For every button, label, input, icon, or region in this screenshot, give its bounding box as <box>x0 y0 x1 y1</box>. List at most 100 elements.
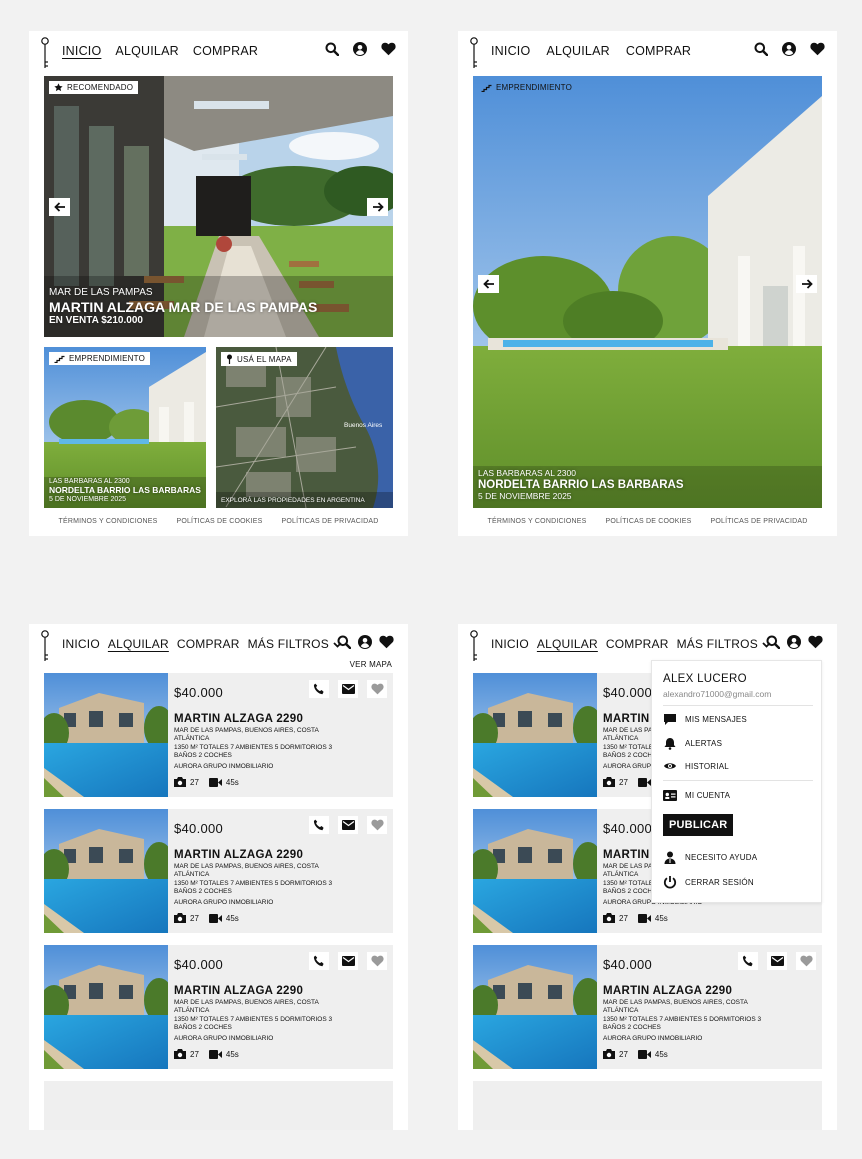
property-card[interactable]: $40.000 MARTIN ALZAGA 2290 MAR DE LAS PA… <box>44 673 393 797</box>
menu-item-alertas[interactable]: ALERTAS <box>663 737 722 750</box>
arrow-right-icon <box>801 279 813 289</box>
featured-title: MARTIN ALZAGA MAR DE LAS PAMPAS <box>49 298 318 315</box>
user-account-icon[interactable] <box>787 635 801 649</box>
gallery-prev-button[interactable] <box>478 275 499 293</box>
mas-filtros-dropdown[interactable]: MÁS FILTROS <box>248 637 342 651</box>
rental-listing-screen: INICIO ALQUILAR COMPRAR MÁS FILTROS VER … <box>29 624 408 1130</box>
heart-icon <box>370 955 384 967</box>
favorite-button[interactable] <box>367 952 387 970</box>
call-button[interactable] <box>309 952 329 970</box>
menu-item-ayuda[interactable]: NECESITO AYUDA <box>663 851 757 864</box>
nav-comprar[interactable]: COMPRAR <box>626 44 691 58</box>
favorites-heart-icon[interactable] <box>810 42 825 56</box>
nav-alquilar[interactable]: ALQUILAR <box>108 637 169 651</box>
favorite-button[interactable] <box>796 952 816 970</box>
video-camera-icon <box>208 1049 222 1059</box>
photo-count-value: 27 <box>619 1049 628 1059</box>
home-screen: INICIO ALQUILAR COMPRAR RECOMENDADO MAR … <box>29 31 408 536</box>
nav-inicio[interactable]: INICIO <box>491 44 530 58</box>
video-duration-value: 45s <box>654 913 668 923</box>
cookies-link[interactable]: POLÍTICAS DE COOKIES <box>176 518 262 525</box>
carousel-prev-button[interactable] <box>49 198 70 216</box>
property-price: $40.000 <box>603 685 653 700</box>
nav-comprar[interactable]: COMPRAR <box>193 44 258 58</box>
menu-item-label: MI CUENTA <box>685 791 731 800</box>
search-icon[interactable] <box>325 42 339 56</box>
heart-icon <box>370 683 384 695</box>
nav-alquilar[interactable]: ALQUILAR <box>546 44 609 58</box>
carousel-next-button[interactable] <box>367 198 388 216</box>
envelope-icon <box>341 956 355 966</box>
favorites-heart-icon[interactable] <box>381 42 396 56</box>
email-button[interactable] <box>338 952 358 970</box>
featured-property-card[interactable]: RECOMENDADO MAR DE LAS PAMPAS MARTIN ALZ… <box>44 76 393 337</box>
menu-item-cerrar-sesion[interactable]: CERRAR SESIÓN <box>663 875 754 889</box>
favorites-heart-icon[interactable] <box>808 635 823 649</box>
call-button[interactable] <box>309 816 329 834</box>
call-button[interactable] <box>738 952 758 970</box>
recomendado-badge: RECOMENDADO <box>49 81 139 94</box>
photo-count: 27 <box>603 1049 628 1059</box>
menu-item-historial[interactable]: HISTORIAL <box>663 761 729 771</box>
favorites-heart-icon[interactable] <box>379 635 394 649</box>
mas-filtros-dropdown[interactable]: MÁS FILTROS <box>677 637 771 651</box>
menu-item-label: ALERTAS <box>685 739 723 748</box>
featured-location: MAR DE LAS PAMPAS <box>49 287 153 298</box>
call-button[interactable] <box>309 680 329 698</box>
user-account-icon[interactable] <box>353 42 367 56</box>
menu-item-label: MIS MENSAJES <box>685 715 747 724</box>
key-logo-icon[interactable] <box>468 630 480 662</box>
video-duration-value: 45s <box>225 913 239 923</box>
menu-divider <box>663 705 813 706</box>
project-hero-gallery[interactable]: EMPRENDIMIENTO LAS BARBARAS AL 2300 NORD… <box>473 76 822 508</box>
favorite-button[interactable] <box>367 816 387 834</box>
nav-inicio[interactable]: INICIO <box>491 637 529 651</box>
search-icon[interactable] <box>754 42 768 56</box>
email-button[interactable] <box>338 816 358 834</box>
property-card[interactable]: $40.000 MARTIN ALZAGA 2290 MAR DE LAS PA… <box>44 809 393 933</box>
envelope-icon <box>341 684 355 694</box>
nav-inicio[interactable]: INICIO <box>62 44 101 58</box>
nav-inicio[interactable]: INICIO <box>62 637 100 651</box>
search-icon[interactable] <box>766 635 780 649</box>
user-account-icon[interactable] <box>358 635 372 649</box>
terms-link[interactable]: TÉRMINOS Y CONDICIONES <box>58 518 157 525</box>
photo-count: 27 <box>603 913 628 923</box>
heart-icon <box>799 955 813 967</box>
search-icon[interactable] <box>337 635 351 649</box>
email-button[interactable] <box>767 952 787 970</box>
ver-mapa-link[interactable]: VER MAPA <box>350 660 392 669</box>
menu-item-cuenta[interactable]: MI CUENTA <box>663 790 730 801</box>
key-logo-icon[interactable] <box>39 37 51 69</box>
user-account-icon[interactable] <box>782 42 796 56</box>
video-camera-icon <box>637 913 651 923</box>
emprendimiento-card[interactable]: EMPRENDIMIENTO LAS BARBARAS AL 2300 NORD… <box>44 347 206 508</box>
key-logo-icon[interactable] <box>39 630 51 662</box>
map-explore-card[interactable]: Buenos Aires USÁ EL MAPA EXPLORÁ LAS PRO… <box>216 347 393 508</box>
photo-count: 27 <box>174 913 199 923</box>
privacy-link[interactable]: POLÍTICAS DE PRIVACIDAD <box>710 518 807 525</box>
map-pin-icon <box>227 354 232 364</box>
property-card[interactable]: $40.000 MARTIN ALZAGA 2290 MAR DE LAS PA… <box>473 945 822 1069</box>
camera-icon <box>603 913 615 923</box>
terms-link[interactable]: TÉRMINOS Y CONDICIONES <box>487 518 586 525</box>
help-person-icon <box>664 851 676 864</box>
favorite-button[interactable] <box>367 680 387 698</box>
property-location: MAR DE LAS PAMPAS, BUENOS AIRES, COSTA A… <box>174 999 319 1015</box>
email-button[interactable] <box>338 680 358 698</box>
nav-comprar[interactable]: COMPRAR <box>606 637 669 651</box>
user-menu-dropdown: ALEX LUCERO alexandro71000@gmail.com MIS… <box>651 660 822 903</box>
gallery-next-button[interactable] <box>796 275 817 293</box>
privacy-link[interactable]: POLÍTICAS DE PRIVACIDAD <box>281 518 378 525</box>
arrow-left-icon <box>482 279 494 289</box>
menu-item-mensajes[interactable]: MIS MENSAJES <box>663 713 747 726</box>
property-card[interactable]: $40.000 MARTIN ALZAGA 2290 MAR DE LAS PA… <box>44 945 393 1069</box>
star-icon <box>54 83 63 92</box>
cookies-link[interactable]: POLÍTICAS DE COOKIES <box>605 518 691 525</box>
nav-alquilar[interactable]: ALQUILAR <box>537 637 598 651</box>
key-logo-icon[interactable] <box>468 37 480 69</box>
nav-alquilar[interactable]: ALQUILAR <box>115 44 178 58</box>
map-caption: EXPLORÁ LAS PROPIEDADES EN ARGENTINA <box>221 497 365 504</box>
publicar-button[interactable]: PUBLICAR <box>663 814 734 836</box>
nav-comprar[interactable]: COMPRAR <box>177 637 240 651</box>
